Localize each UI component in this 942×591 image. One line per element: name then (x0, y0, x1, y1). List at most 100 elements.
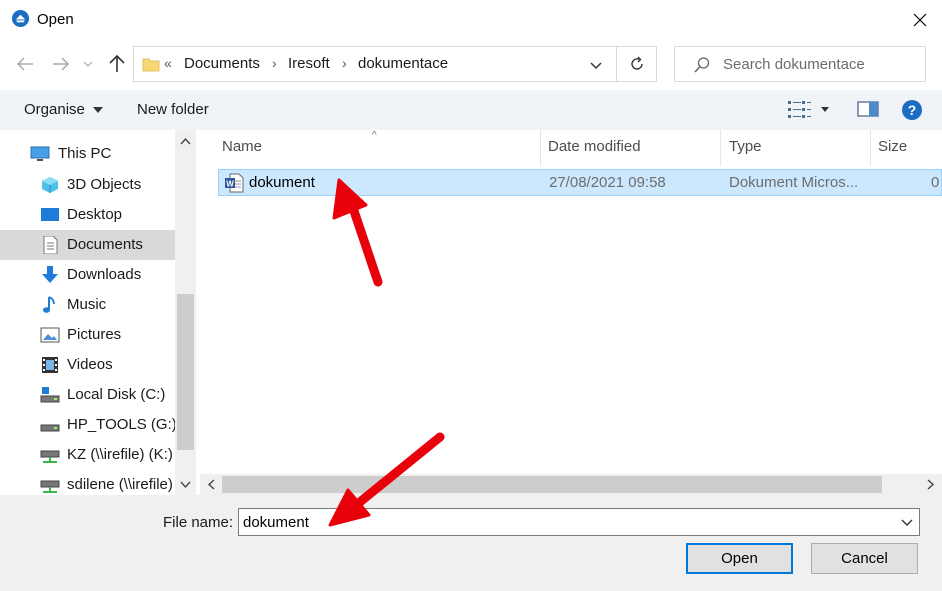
arrow-up-icon (109, 55, 125, 72)
breadcrumb-separator-icon[interactable]: › (342, 55, 347, 71)
refresh-icon (630, 56, 643, 70)
navigation-scrollbar[interactable] (175, 130, 196, 495)
overflow-chevron[interactable]: « (164, 55, 172, 71)
sidebar-item-label: KZ (\\irefile) (K:) (67, 446, 173, 463)
column-divider[interactable] (720, 130, 721, 166)
column-label: Date modified (548, 138, 641, 155)
caret-down-icon (93, 107, 104, 114)
sidebar-item-label: HP_TOOLS (G:) (67, 416, 177, 433)
column-label: Type (729, 138, 762, 155)
sidebar-item-local-disk[interactable]: Local Disk (C:) (0, 380, 175, 410)
sidebar-item-desktop[interactable]: Desktop (0, 200, 175, 230)
network-drive-icon (40, 450, 60, 463)
command-bar: Organise New folder ? (0, 90, 942, 130)
sidebar-item-label: Pictures (67, 326, 122, 343)
arrow-right-icon (53, 57, 70, 71)
svg-text:?: ? (908, 102, 917, 118)
organise-button[interactable]: Organise (24, 101, 104, 118)
view-options-icon[interactable] (788, 99, 836, 121)
search-box[interactable] (674, 46, 926, 82)
column-header-date[interactable]: Date modified (548, 130, 720, 166)
sidebar-item-music[interactable]: Music (0, 290, 175, 320)
column-label: Name (222, 138, 263, 155)
desktop-icon (41, 208, 59, 221)
3d-objects-icon (42, 177, 58, 193)
sidebar-item-videos[interactable]: Videos (0, 350, 175, 380)
breadcrumb-dokumentace[interactable]: dokumentace (358, 55, 448, 72)
chevron-down-icon[interactable] (586, 55, 606, 75)
organise-label: Organise (24, 101, 85, 118)
title-bar: Open (0, 0, 942, 40)
svg-text:W: W (226, 180, 234, 189)
sidebar-item-label: Desktop (67, 206, 123, 223)
back-button[interactable] (13, 52, 37, 76)
close-icon (913, 13, 927, 27)
sidebar-item-documents[interactable]: Documents (0, 230, 175, 260)
file-list[interactable]: ^ Name Date modified Type Size W dokumen… (200, 130, 942, 495)
scroll-up-icon[interactable] (175, 132, 196, 152)
music-icon (43, 296, 55, 313)
file-name-panel: File name: Open Cancel (0, 495, 942, 591)
horizontal-scrollbar[interactable] (200, 474, 942, 495)
sidebar-item-label: Videos (67, 356, 113, 373)
file-size: 0 (931, 174, 940, 191)
help-icon[interactable]: ? (901, 99, 923, 121)
file-type: Dokument Micros... (729, 174, 859, 191)
sidebar-item-label: Local Disk (C:) (67, 386, 166, 403)
scroll-down-icon[interactable] (175, 475, 196, 495)
chevron-down-icon (83, 61, 93, 67)
forward-button[interactable] (49, 52, 73, 76)
navigation-pane[interactable]: This PC 3D Objects Desktop Documents Dow… (0, 130, 196, 495)
local-disk-icon (40, 387, 60, 403)
file-name-combobox[interactable] (238, 508, 920, 536)
refresh-button[interactable] (617, 46, 657, 82)
file-name-label: File name: (163, 514, 234, 531)
table-row[interactable]: W dokument 27/08/2021 09:58 Dokument Mic… (218, 169, 942, 196)
this-pc-icon (30, 146, 50, 161)
close-button[interactable] (898, 0, 942, 40)
file-date: 27/08/2021 09:58 (549, 174, 666, 191)
file-name: dokument (249, 174, 315, 191)
sidebar-item-downloads[interactable]: Downloads (0, 260, 175, 290)
address-bar[interactable]: « Documents › Iresoft › dokumentace (133, 46, 617, 82)
sidebar-item-sdilene-drive[interactable]: sdilene (\\irefile) (0, 470, 175, 495)
up-button[interactable] (105, 52, 129, 76)
column-divider[interactable] (870, 130, 871, 166)
column-divider[interactable] (540, 130, 541, 166)
folder-icon (142, 58, 160, 72)
sidebar-item-label: 3D Objects (67, 176, 142, 193)
scroll-right-icon[interactable] (920, 474, 940, 495)
scrollbar-thumb[interactable] (222, 476, 882, 493)
pictures-icon (40, 327, 60, 343)
sidebar-item-kz-drive[interactable]: KZ (\\irefile) (K:) (0, 440, 175, 470)
preview-pane-icon[interactable] (857, 99, 879, 119)
recent-locations-button[interactable] (80, 52, 96, 76)
sidebar-item-hp-tools[interactable]: HP_TOOLS (G:) (0, 410, 177, 440)
sidebar-item-pictures[interactable]: Pictures (0, 320, 175, 350)
cancel-button[interactable]: Cancel (811, 543, 918, 574)
open-button[interactable]: Open (686, 543, 793, 574)
documents-icon (43, 236, 58, 254)
column-header-name[interactable]: Name (222, 130, 540, 166)
chevron-down-icon[interactable] (899, 514, 915, 530)
file-name-input[interactable] (243, 511, 893, 533)
breadcrumb-separator-icon[interactable]: › (272, 55, 277, 71)
scroll-left-icon[interactable] (202, 474, 222, 495)
search-icon (694, 57, 710, 73)
address-row: « Documents › Iresoft › dokumentace (0, 40, 942, 90)
breadcrumb-documents[interactable]: Documents (184, 55, 260, 72)
sidebar-item-label: Downloads (67, 266, 142, 283)
column-header-size[interactable]: Size (878, 130, 942, 166)
column-header-type[interactable]: Type (729, 130, 870, 166)
videos-icon (42, 357, 58, 373)
sidebar-item-label: Music (67, 296, 107, 313)
sidebar-item-this-pc[interactable]: This PC (0, 139, 175, 169)
chrome-icon (11, 9, 30, 28)
window-title: Open (37, 11, 74, 28)
breadcrumb-iresoft[interactable]: Iresoft (288, 55, 330, 72)
downloads-icon (42, 266, 58, 283)
sidebar-item-3d-objects[interactable]: 3D Objects (0, 170, 175, 200)
search-input[interactable] (723, 48, 919, 80)
new-folder-button[interactable]: New folder (137, 101, 209, 118)
scrollbar-thumb[interactable] (177, 294, 194, 450)
